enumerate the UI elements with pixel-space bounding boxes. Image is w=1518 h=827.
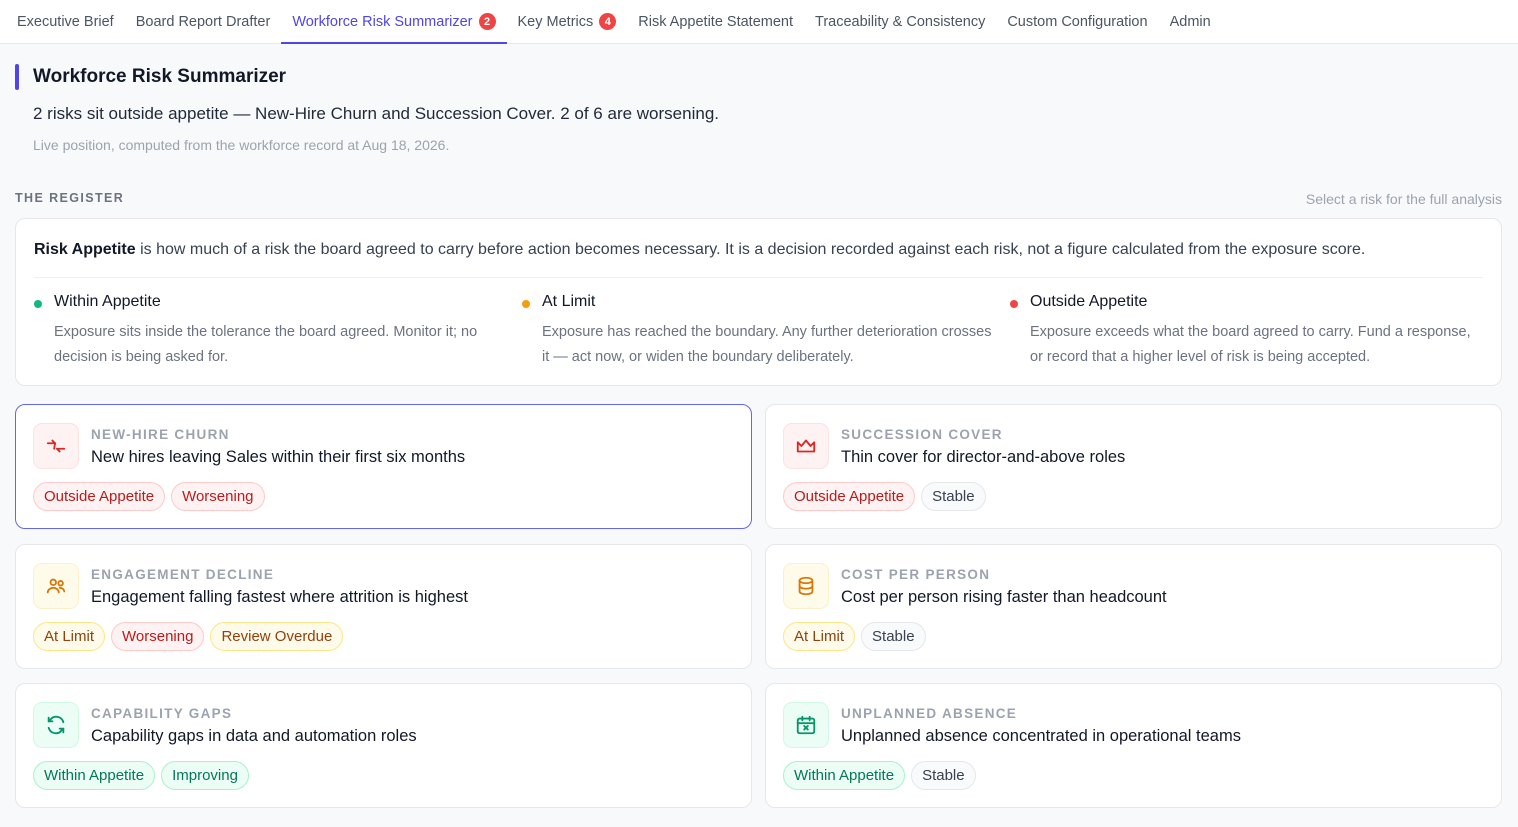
section-label: THE REGISTER [15,191,125,205]
risk-headline: Cost per person rising faster than headc… [841,588,1167,606]
churn-arrows-icon [33,423,79,469]
explainer-body: is how much of a risk the board agreed t… [135,241,1366,258]
legend-desc: Exposure sits inside the tolerance the b… [54,324,478,365]
explainer-term: Risk Appetite [34,241,136,258]
section-hint: Select a risk for the full analysis [1305,191,1502,207]
legend-desc: Exposure exceeds what the board agreed t… [1030,324,1471,365]
risk-card-succession-cover[interactable]: SUCCESSION COVER Thin cover for director… [765,404,1502,529]
tab-count-badge: 4 [599,13,617,30]
tab-label: Risk Appetite Statement [638,13,794,30]
risk-kicker: COST PER PERSON [841,567,991,582]
database-icon [783,563,829,609]
tab-label: Key Metrics [517,13,594,30]
page-title: Workforce Risk Summarizer [33,66,287,87]
risk-card-engagement-decline[interactable]: ENGAGEMENT DECLINE Engagement falling fa… [15,544,752,669]
trend-badge: Worsening [111,622,205,651]
tab-executive-brief[interactable]: Executive Brief [6,0,125,43]
divider [34,277,1483,278]
risk-headline: Capability gaps in data and automation r… [91,727,417,745]
risk-kicker: NEW-HIRE CHURN [91,427,230,442]
status-badge: Within Appetite [783,761,906,790]
risk-headline: Engagement falling fastest where attriti… [91,588,468,606]
red-dot-icon [1010,300,1018,308]
users-icon [33,563,79,609]
calendar-x-icon [783,702,829,748]
trend-badge: Worsening [171,482,265,511]
risk-headline: Unplanned absence concentrated in operat… [841,727,1241,745]
explainer-text: Risk Appetite is how much of a risk the … [34,241,1484,259]
risk-summary: 2 risks sit outside appetite — New-Hire … [33,104,719,123]
risk-kicker: UNPLANNED ABSENCE [841,706,1018,721]
legend-title: At Limit [542,293,596,310]
status-badge: Outside Appetite [783,482,916,511]
crown-icon [783,423,829,469]
risk-card-new-hire-churn[interactable]: NEW-HIRE CHURN New hires leaving Sales w… [15,404,752,529]
appetite-explainer: Risk Appetite is how much of a risk the … [15,218,1502,386]
review-badge: Review Overdue [210,622,344,651]
tab-label: Admin [1169,13,1211,30]
tab-traceability-consistency[interactable]: Traceability & Consistency [804,0,996,43]
amber-dot-icon [522,300,530,308]
risk-kicker: ENGAGEMENT DECLINE [91,567,275,582]
risk-card-unplanned-absence[interactable]: UNPLANNED ABSENCE Unplanned absence conc… [765,683,1502,808]
trend-badge: Stable [921,482,986,511]
tab-label: Custom Configuration [1007,13,1148,30]
status-badge: At Limit [783,622,856,651]
tab-label: Workforce Risk Summarizer [292,13,473,30]
legend-title: Within Appetite [54,293,161,310]
green-dot-icon [34,300,42,308]
legend-title: Outside Appetite [1030,293,1148,310]
tab-label: Executive Brief [17,13,114,30]
status-badge: Within Appetite [33,761,156,790]
risk-card-cost-per-person[interactable]: COST PER PERSON Cost per person rising f… [765,544,1502,669]
trend-badge: Stable [911,761,976,790]
refresh-icon [33,702,79,748]
risk-headline: New hires leaving Sales within their fir… [91,448,466,466]
status-badge: Outside Appetite [33,482,166,511]
risk-card-capability-gaps[interactable]: CAPABILITY GAPS Capability gaps in data … [15,683,752,808]
risk-headline: Thin cover for director-and-above roles [841,448,1126,466]
trend-badge: Stable [861,622,926,651]
tab-count-badge: 2 [478,13,496,30]
trend-badge: Improving [161,761,249,790]
tab-label: Board Report Drafter [135,13,271,30]
risk-kicker: CAPABILITY GAPS [91,706,233,721]
tab-custom-configuration[interactable]: Custom Configuration [996,0,1158,43]
computed-note: Live position, computed from the workfor… [33,137,450,153]
tab-key-metrics[interactable]: Key Metrics 4 [507,0,628,43]
tab-label: Traceability & Consistency [815,13,986,30]
tab-board-report-drafter[interactable]: Board Report Drafter [125,0,282,43]
tab-risk-appetite-statement[interactable]: Risk Appetite Statement [627,0,804,43]
title-accent-bar [15,64,19,90]
legend-desc: Exposure has reached the boundary. Any f… [542,324,992,365]
status-badge: At Limit [33,622,106,651]
tab-workforce-risk-summarizer[interactable]: Workforce Risk Summarizer 2 [281,0,507,44]
tab-admin[interactable]: Admin [1159,0,1222,43]
risk-kicker: SUCCESSION COVER [841,427,1003,442]
top-nav: Executive Brief Board Report Drafter Wor… [0,0,1518,44]
